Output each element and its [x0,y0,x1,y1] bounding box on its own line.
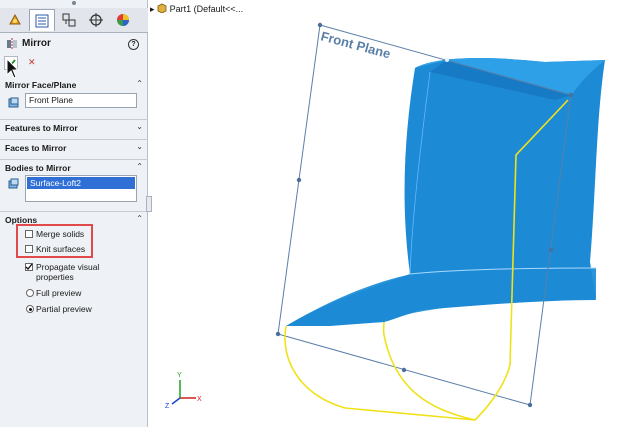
collapse-chevron-icon[interactable]: ⌃ [136,162,143,171]
expand-chevron-icon[interactable]: ⌄ [136,122,143,131]
collapse-chevron-icon[interactable]: ⌃ [136,214,143,223]
propagate-visual-label-line2: properties [36,272,74,282]
plane-handle [548,247,554,253]
property-manager-header: Mirror ? [0,34,148,54]
bodies-list[interactable]: Surface-Loft2 [25,175,137,202]
body-selection-icon [8,178,19,189]
plane-handle [296,177,302,183]
property-list-icon [35,14,49,27]
axis-y-label: Y [177,372,182,379]
axis-triad: X Y Z [165,372,202,410]
mirror-face-section-header[interactable]: Mirror Face/Plane ⌃ [0,77,148,93]
features-section-header[interactable]: Features to Mirror ⌄ [0,119,148,135]
close-icon: ✕ [28,57,36,67]
features-label: Features to Mirror [5,123,78,133]
plane-handle [527,402,533,408]
full-preview-label: Full preview [36,288,82,298]
panel-grip[interactable] [72,1,76,5]
plane-handle [401,367,407,373]
faces-label: Faces to Mirror [5,143,67,153]
bodies-section-header[interactable]: Bodies to Mirror ⌃ [0,159,148,175]
display-manager-tab[interactable] [110,9,136,31]
cancel-button[interactable]: ✕ [28,57,36,68]
ok-cancel-bar: ✕ [2,56,147,79]
page-title: Mirror [22,38,51,49]
configuration-icon [62,13,76,27]
mirror-feature-icon [7,38,17,50]
property-manager-panel: Mirror ? ✕ Mirror Face/Plane ⌃ Front Pla… [0,0,148,427]
plane-handle [568,92,574,98]
propagate-visual-label: Propagate visual [36,262,100,272]
knit-surfaces-label: Knit surfaces [36,244,86,254]
appearance-sphere-icon [117,14,129,26]
mirror-face-label: Mirror Face/Plane [5,80,77,90]
feature-tree-icon [9,13,21,25]
plane-handle [275,331,281,337]
manager-tabs [0,8,148,33]
merge-solids-label: Merge solids [36,229,85,239]
faces-section-header[interactable]: Faces to Mirror ⌄ [0,139,148,155]
mirror-preview-edge [284,325,476,421]
plane-label: Front Plane [319,28,392,61]
dimxpert-tab[interactable] [83,9,109,31]
collapse-chevron-icon[interactable]: ⌃ [136,79,143,88]
knit-surfaces-checkbox[interactable] [25,245,33,253]
partial-preview-radio[interactable] [26,305,34,313]
propagate-visual-checkbox[interactable] [25,263,33,271]
checkmark-icon [25,263,33,270]
bodies-label: Bodies to Mirror [5,163,71,173]
axis-z-label: Z [165,403,170,410]
full-preview-radio[interactable] [26,289,34,297]
property-manager-tab[interactable] [29,9,55,31]
plane-handle [317,22,323,28]
graphics-viewport[interactable]: Front Plane X Y Z [150,0,621,427]
partial-preview-label: Partial preview [36,304,92,314]
help-icon[interactable]: ? [128,39,139,50]
merge-solids-checkbox[interactable] [25,230,33,238]
expand-chevron-icon[interactable]: ⌄ [136,142,143,151]
plane-selection-icon [8,97,19,108]
feature-manager-tab[interactable] [2,9,28,31]
list-item[interactable]: Surface-Loft2 [27,177,135,189]
mirror-plane-field[interactable]: Front Plane [25,93,137,108]
crosshair-icon [89,13,103,27]
plane-handle [445,58,449,62]
axis-x-label: X [197,396,202,403]
configuration-manager-tab[interactable] [56,9,82,31]
